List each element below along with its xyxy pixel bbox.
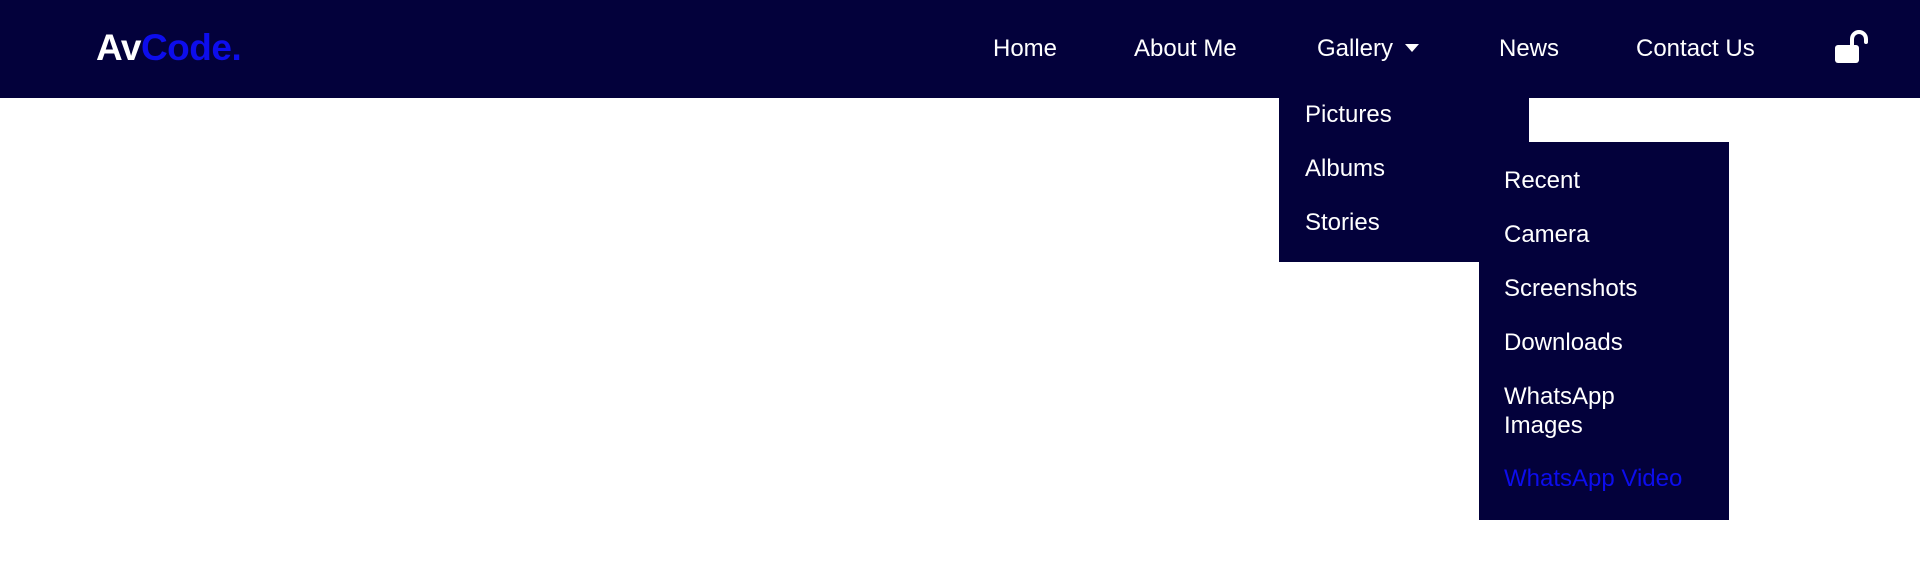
nav-contact-us[interactable]: Contact Us <box>1636 34 1755 64</box>
submenu-item-recent[interactable]: Recent <box>1504 166 1580 195</box>
submenu-item-camera[interactable]: Camera <box>1504 220 1589 249</box>
nav-gallery[interactable]: Gallery <box>1317 34 1420 64</box>
logo-part-2: Code. <box>140 27 242 68</box>
submenu-item-downloads[interactable]: Downloads <box>1504 328 1623 357</box>
unlock-icon[interactable] <box>1834 30 1870 66</box>
submenu-item-whatsapp-images[interactable]: WhatsApp Images <box>1504 382 1669 440</box>
submenu-item-screenshots[interactable]: Screenshots <box>1504 274 1637 303</box>
nav-news[interactable]: News <box>1499 34 1559 64</box>
nav-home[interactable]: Home <box>993 34 1057 64</box>
caret-down-icon <box>1405 43 1420 52</box>
submenu-item-whatsapp-video[interactable]: WhatsApp Video <box>1504 464 1682 493</box>
gallery-menu-item-stories[interactable]: Stories <box>1305 208 1380 237</box>
site-logo[interactable]: AvCode. <box>96 26 242 70</box>
navbar: AvCode. Home About Me Gallery News Conta… <box>0 0 1920 98</box>
albums-submenu: Recent Camera Screenshots Downloads What… <box>1479 142 1729 520</box>
nav-gallery-label: Gallery <box>1317 35 1394 62</box>
gallery-menu-item-albums[interactable]: Albums <box>1305 154 1385 183</box>
gallery-menu-item-pictures[interactable]: Pictures <box>1305 100 1392 129</box>
nav-about-me[interactable]: About Me <box>1134 34 1237 64</box>
logo-part-1: Av <box>96 27 141 68</box>
